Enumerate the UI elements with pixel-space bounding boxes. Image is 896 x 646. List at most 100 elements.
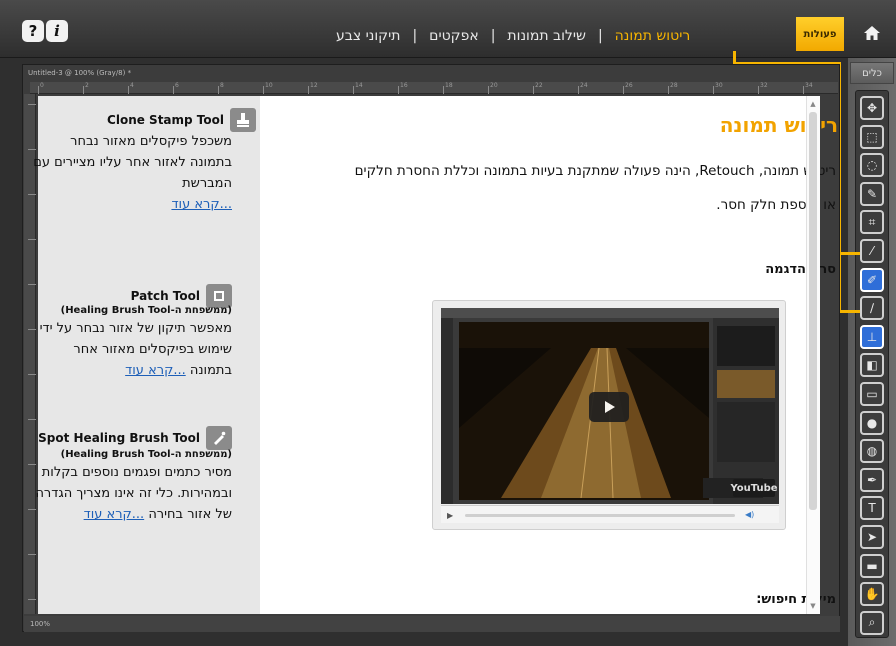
spot-healing-icon[interactable]: ✐ [860,267,884,292]
patch-tool-title-text: Patch Tool [130,289,200,303]
spot-healing-readmore-link[interactable]: ...קרא עוד [84,507,145,522]
blur-icon[interactable]: ● [860,410,884,435]
ruler-number: 2 [85,82,89,89]
play-button[interactable] [589,392,629,422]
ruler-number: 16 [400,82,408,89]
ruler-tick [28,554,36,555]
eyedropper-icon[interactable]: ⁄ [860,239,884,263]
clone-stamp-title-text: Clone Stamp Tool [107,113,224,127]
horizontal-ruler: 0 2 4 6 8 10 12 14 16 18 20 22 24 26 28 30 32 34 [30,82,838,94]
spot-healing-title: Spot Healing Brush Tool [38,425,232,451]
ruler-tick [218,86,219,94]
nav-item-color-fix[interactable]: תיקוני צבע [336,28,400,44]
move-icon[interactable]: ✥ [860,96,884,120]
ruler-number: 12 [310,82,318,89]
ruler-tick [28,104,36,105]
patch-tool-description: מאפשר תיקון של אזור נבחר על ידי שימוש בפ… [32,318,232,381]
ruler-tick [443,86,444,94]
clone-stamp-desc-text: משכפל פיקסלים מאזור נבחר בתמונה לאזור אח… [33,134,232,191]
ruler-tick [353,86,354,94]
ruler-tick [713,86,714,94]
ruler-number: 14 [355,82,363,89]
info-button[interactable]: i [46,20,68,42]
zoom-level: 100% [30,620,51,628]
document-tab[interactable]: Untitled-3 @ 100% (Gray/8) * [28,66,131,80]
spot-healing-title-text: Spot Healing Brush Tool [38,431,200,445]
ruler-number: 28 [670,82,678,89]
spot-healing-subtitle: (ממשפחת ה-Healing Brush Tool) [60,449,232,460]
ruler-number: 18 [445,82,453,89]
quick-select-icon[interactable]: ✎ [860,181,884,206]
ruler-tick [28,284,36,285]
ruler-tick [263,86,264,94]
nav-separator: | [490,28,496,44]
ruler-tick [308,86,309,94]
brush-icon[interactable]: ∕ [860,296,884,321]
seek-bar[interactable] [465,514,735,517]
ruler-tick [38,86,39,94]
page-title: ריטוש תמונה [719,113,838,137]
clone-stamp-icon[interactable]: ⊥ [860,324,884,349]
type-icon[interactable]: T [860,496,884,521]
clone-stamp-readmore-link[interactable]: ...קרא עוד [171,197,232,212]
ruler-number: 0 [40,82,44,89]
gradient-icon[interactable]: ▭ [860,382,884,406]
clone-stamp-icon [230,108,256,132]
home-button[interactable] [852,18,892,48]
ruler-number: 30 [715,82,723,89]
ruler-number: 10 [265,82,273,89]
ruler-tick [578,86,579,94]
scroll-down-icon[interactable]: ▼ [807,600,819,612]
patch-tool-subtitle: (ממשפחת ה-Healing Brush Tool) [60,305,232,316]
ruler-tick [668,86,669,94]
video-controls: ▶ ◀) [441,505,779,523]
patch-tool-readmore-link[interactable]: ...קרא עוד [125,363,186,378]
main-nav: ריטוש תמונה | שילוב תמונות | אפקטים | תי… [336,24,690,48]
nav-item-combine[interactable]: שילוב תמונות [507,28,586,44]
ruler-tick [488,86,489,94]
home-icon [864,26,880,40]
nav-item-retouch[interactable]: ריטוש תמונה [615,28,691,44]
ruler-tick [758,86,759,94]
play-small-icon[interactable]: ▶ [447,511,453,520]
keywords-heading: מילות חיפוש: [756,592,836,607]
scroll-thumb[interactable] [809,112,817,510]
ruler-tick [28,239,36,240]
zoom-icon[interactable]: ⌕ [860,610,884,635]
clone-stamp-title: Clone Stamp Tool [107,107,256,133]
play-icon [605,401,615,413]
ruler-number: 6 [175,82,179,89]
status-bar: 100% [24,616,840,632]
ruler-number: 20 [490,82,498,89]
ruler-number: 26 [625,82,633,89]
marquee-icon[interactable]: ⬚ [860,124,884,149]
ruler-number: 34 [805,82,813,89]
volume-icon[interactable]: ◀) [745,510,754,519]
crop-icon[interactable]: ⌗ [860,210,884,235]
ruler-tick [128,86,129,94]
ruler-number: 22 [535,82,543,89]
nav-separator: | [597,28,603,44]
ruler-tick [28,599,36,600]
pen-icon[interactable]: ✒ [860,467,884,492]
ruler-number: 8 [220,82,224,89]
scroll-up-icon[interactable]: ▲ [807,98,819,110]
eraser-icon[interactable]: ◧ [860,353,884,378]
intro-paragraph: ריטוש תמונה, Retouch, הינה פעולה שמתקנת … [354,163,836,213]
clone-stamp-description: משכפל פיקסלים מאזור נבחר בתמונה לאזור אח… [32,131,232,215]
ruler-tick [533,86,534,94]
ruler-number: 24 [580,82,588,89]
path-select-icon[interactable]: ➤ [860,525,884,549]
rectangle-icon[interactable]: ▬ [860,553,884,578]
dodge-icon[interactable]: ◍ [860,439,884,464]
ruler-tick [803,86,804,94]
nav-item-effects[interactable]: אפקטים [429,28,479,44]
spot-healing-description: מסיר כתמים ופגמים נוספים בקלות ובמהירות.… [32,462,232,525]
help-button[interactable]: ? [22,20,44,42]
ruler-tick [623,86,624,94]
actions-tab[interactable]: פעולות [796,17,844,51]
ruler-number: 32 [760,82,768,89]
lasso-icon[interactable]: ◌ [860,153,884,178]
hand-icon[interactable]: ✋ [860,582,884,607]
tools-tab[interactable]: כלים [850,62,894,84]
